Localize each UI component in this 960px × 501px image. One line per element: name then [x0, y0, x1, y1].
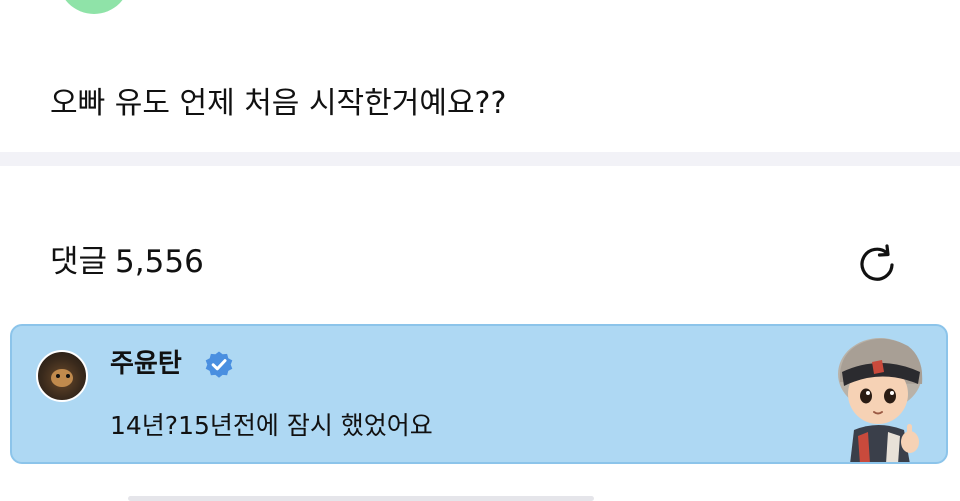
avatar-eye	[56, 374, 60, 378]
comments-header: 댓글 5,556	[50, 240, 204, 284]
comment-author-name[interactable]: 주윤탄	[110, 346, 182, 382]
refresh-icon	[860, 244, 894, 281]
home-indicator	[128, 496, 594, 501]
post-body-text: 오빠 유도 언제 처음 시작한거예요??	[50, 86, 507, 121]
section-divider	[0, 152, 960, 166]
verified-badge-icon	[205, 351, 233, 378]
post-author-avatar[interactable]	[58, 0, 130, 14]
avatar-dog-face	[51, 369, 73, 387]
avatar-eye	[66, 374, 70, 378]
comments-count: 5,556	[115, 244, 204, 280]
refresh-comments-button[interactable]	[852, 239, 902, 289]
highlighted-comment[interactable]: 주윤탄 14년?15년전에 잠시 했었어요	[10, 324, 948, 464]
comments-label: 댓글	[50, 244, 108, 280]
character-sticker-icon	[838, 338, 923, 462]
comment-body-text: 14년?15년전에 잠시 했었어요	[110, 411, 433, 440]
post-detail-screen: 오빠 유도 언제 처음 시작한거예요?? 댓글 5,556 주윤탄 14년?15년…	[0, 0, 960, 501]
comment-author-avatar[interactable]	[36, 350, 88, 402]
